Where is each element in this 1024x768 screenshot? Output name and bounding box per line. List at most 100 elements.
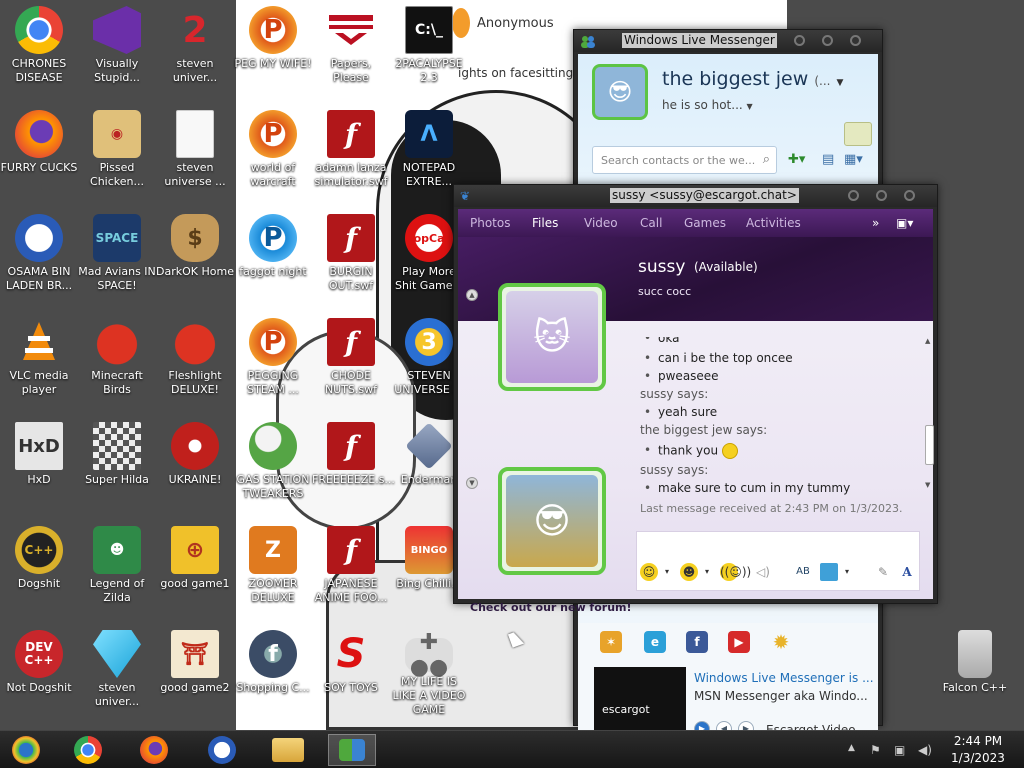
desktop-icon-hxd[interactable]: HxD HxD <box>0 416 78 516</box>
conversation-scrollbar[interactable]: ▲ ▼ <box>924 337 934 491</box>
desktop-icon-furry[interactable]: FURRY CUCKS <box>0 104 78 204</box>
volume-icon[interactable]: ◀) <box>918 743 932 757</box>
scroll-down-icon[interactable]: ▼ <box>925 481 930 489</box>
minimize-button[interactable] <box>848 190 859 201</box>
desktop-icon-chrones[interactable]: CHRONES DISEASE <box>0 0 78 100</box>
nudge-icon[interactable]: ((☺)) <box>720 563 751 581</box>
taskbar-obama[interactable] <box>198 734 246 766</box>
desktop-icon-pegging-steam[interactable]: P PEGGING STEAM ... <box>234 312 312 412</box>
contact-avatar[interactable]: 🐱 <box>498 283 606 391</box>
tab-video[interactable]: Video <box>584 216 618 230</box>
tab-activities[interactable]: Activities <box>746 216 801 230</box>
desktop-icon-2pacalypse[interactable]: C:\_ 2PACALYPSE 2.3 <box>390 0 468 100</box>
desktop-icon-good-game1[interactable]: ⊕ good game1 <box>156 520 234 620</box>
maximize-button[interactable] <box>822 35 833 46</box>
more-tabs-icon[interactable]: » <box>872 216 879 230</box>
desktop-icon-freeeeeze[interactable]: f FREEEEEZE.s... <box>312 416 395 516</box>
desktop-icon-chode-nuts[interactable]: f CHODE NUTS.swf <box>312 312 390 412</box>
user-avatar[interactable]: 😎 <box>592 64 648 120</box>
desktop-icon-steven-gem[interactable]: steven univer... <box>78 624 156 724</box>
personal-message[interactable]: he is so hot... ▼ <box>662 98 753 112</box>
close-button[interactable] <box>850 35 861 46</box>
desktop-icon-zilda[interactable]: ☻ Legend of Zilda <box>78 520 156 620</box>
desktop-icon-minecraft-birds[interactable]: Minecraft Birds <box>78 312 156 412</box>
youtube-icon[interactable]: ▶ <box>728 631 750 653</box>
wink-icon[interactable]: ☻ <box>680 563 698 581</box>
web-icon[interactable]: e <box>644 631 666 653</box>
menu-icon[interactable]: ▦▾ <box>844 152 863 167</box>
desktop-icon-my-life[interactable]: ✚ ●● MY LIFE IS LIKE A VIDEO GAME <box>390 624 468 724</box>
desktop-icon-osama[interactable]: OSAMA BIN LADEN BR... <box>0 208 78 308</box>
taskbar-firefox[interactable] <box>130 734 178 766</box>
user-avatar-chat[interactable]: 😎 <box>498 467 606 575</box>
news-title[interactable]: Windows Live Messenger is ... <box>694 671 874 685</box>
desktop-icon-fleshlight[interactable]: Fleshlight DELUXE! <box>156 312 234 412</box>
options-menu-icon[interactable]: ▣▾ <box>896 216 913 230</box>
start-button[interactable] <box>2 734 50 766</box>
chevron-down-icon[interactable]: ▾ <box>698 563 716 581</box>
desktop-icon-shopping[interactable]: f Shopping C... <box>234 624 312 724</box>
collapse-icon[interactable]: ▲ <box>466 289 478 301</box>
news-thumbnail[interactable]: escargot <box>594 667 686 739</box>
tray-expand-icon[interactable]: ▲ <box>848 743 855 753</box>
tab-files[interactable]: Files <box>532 216 558 230</box>
desktop-icon-not-dogshit[interactable]: DEV C++ Not Dogshit <box>0 624 78 724</box>
layout-icon[interactable]: ▤ <box>822 152 834 167</box>
chat-titlebar[interactable]: ❦ sussy <sussy@escargot.chat> <box>454 185 937 207</box>
tab-games[interactable]: Games <box>684 216 726 230</box>
desktop-icon-darkok[interactable]: $ DarkOK Home <box>156 208 234 308</box>
desktop-icon-japanese-anime[interactable]: f JAPANESE ANIME FOO... <box>312 520 390 620</box>
font-icon[interactable]: A <box>898 563 916 581</box>
desktop-icon-zoomer[interactable]: Z ZOOMER DELUXE <box>234 520 312 620</box>
chat-window[interactable]: ❦ sussy <sussy@escargot.chat> Photos Fil… <box>453 184 938 614</box>
sun-icon[interactable]: ✹ <box>770 630 792 654</box>
flag-icon[interactable]: ⚑ <box>870 743 881 757</box>
desktop-icon-visually-stupid[interactable]: Visually Stupid... <box>78 0 156 100</box>
taskbar-chrome[interactable] <box>64 734 112 766</box>
messenger-titlebar[interactable]: Windows Live Messenger <box>574 30 882 52</box>
conversation-history[interactable]: oka can i be the top oncee pweaseee suss… <box>640 337 920 499</box>
close-button[interactable] <box>904 190 915 201</box>
taskbar-messenger[interactable] <box>328 734 376 766</box>
spellcheck-icon[interactable]: AB <box>794 563 812 581</box>
add-contact-icon[interactable]: ✚▾ <box>788 152 805 167</box>
desktop-icon-good-game2[interactable]: ⛩ good game2 <box>156 624 234 724</box>
inbox-icon[interactable] <box>844 122 872 146</box>
desktop-icon-night[interactable]: Pfaggot night <box>234 208 312 308</box>
desktop-icon-super-hilda[interactable]: Super Hilda <box>78 416 156 516</box>
desktop-icon-adamn-lanza[interactable]: f adamn lanza simulator.swf <box>312 104 390 204</box>
scroll-up-icon[interactable]: ▲ <box>925 337 930 345</box>
display-name[interactable]: the biggest jew (... ▼ <box>662 68 843 90</box>
tab-photos[interactable]: Photos <box>470 216 510 230</box>
chevron-down-icon[interactable]: ▾ <box>838 563 856 581</box>
maximize-button[interactable] <box>876 190 887 201</box>
desktop-icon-wow[interactable]: Pworld of warcraft <box>234 104 312 204</box>
clock-date[interactable]: 1/3/2023 <box>950 751 1006 765</box>
desktop-icon-peg-my-wife[interactable]: P PEG MY WIFE! <box>234 0 312 100</box>
collapse-icon[interactable]: ▼ <box>466 477 478 489</box>
taskbar-explorer[interactable] <box>264 734 312 766</box>
emoticon-icon[interactable]: ☺ <box>640 563 658 581</box>
handwriting-icon[interactable]: ✎ <box>874 563 892 581</box>
background-icon[interactable] <box>820 563 838 581</box>
chevron-down-icon[interactable]: ▾ <box>658 563 676 581</box>
desktop-icon-vlc[interactable]: VLC media player <box>0 312 78 412</box>
desktop-icon-gas-station[interactable]: GAS STATION TWEAKERS <box>234 416 312 516</box>
search-input[interactable]: Search contacts or the we... ⌕ <box>592 146 777 174</box>
clock-time[interactable]: 2:44 PM <box>950 734 1006 748</box>
tab-call[interactable]: Call <box>640 216 662 230</box>
desktop-icon-pissed-chicken[interactable]: ◉ Pissed Chicken... <box>78 104 156 204</box>
desktop-icon-ukraine[interactable]: UKRAINE! <box>156 416 234 516</box>
social-icon[interactable]: ✶ <box>600 631 622 653</box>
desktop-icon-steven-file[interactable]: steven universe ... <box>156 104 234 204</box>
desktop-icon-dogshit[interactable]: C++ Dogshit <box>0 520 78 620</box>
desktop-icon-falcon[interactable]: Falcon C++ <box>936 624 1014 724</box>
minimize-button[interactable] <box>794 35 805 46</box>
desktop-icon-soy-toys[interactable]: S SOY TOYS <box>312 624 390 724</box>
forum-link[interactable]: Check out our new forum! <box>470 601 632 614</box>
desktop-icon-mad-avians[interactable]: SPACE Mad Avians IN SPACE! <box>78 208 156 308</box>
scroll-thumb[interactable] <box>925 425 934 465</box>
search-icon[interactable]: ⌕ <box>763 152 770 167</box>
desktop-icon-burgin-out[interactable]: f BURGIN OUT.swf <box>312 208 390 308</box>
network-icon[interactable]: ▣ <box>894 743 905 757</box>
